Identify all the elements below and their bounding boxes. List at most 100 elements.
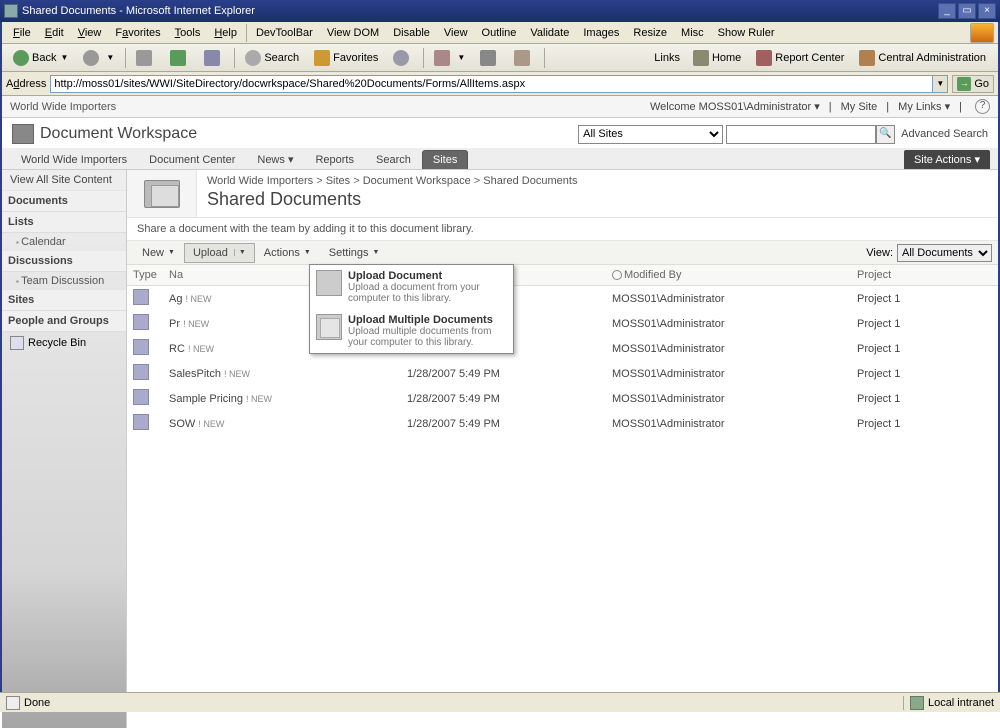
menu-misc[interactable]: Misc [674,25,711,41]
menu-outline[interactable]: Outline [475,25,524,41]
table-row[interactable]: Ag ! NEW1/28/2007 5:43 PMMOSS01\Administ… [127,286,998,312]
menu-images[interactable]: Images [576,25,626,41]
advanced-search-link[interactable]: Advanced Search [901,128,988,140]
nav-calendar[interactable]: Calendar [2,233,126,251]
upload-document-item[interactable]: Upload Document Upload a document from y… [310,265,513,309]
print-button[interactable] [473,47,506,69]
site-icon [12,124,34,144]
menu-viewdom[interactable]: View DOM [320,25,386,41]
doc-project: Project 1 [851,286,998,312]
doc-name[interactable]: SOW ! NEW [163,411,401,436]
history-button[interactable] [386,47,419,69]
view-select[interactable]: All Documents [897,244,992,262]
home-button[interactable] [197,47,230,69]
minimize-button[interactable]: _ [938,3,956,19]
chevron-down-icon[interactable]: ▼ [106,53,114,62]
nav-documents[interactable]: Documents [2,191,126,212]
address-input[interactable] [50,75,933,93]
col-type[interactable]: Type [127,265,163,286]
crumb-link[interactable]: Sites [326,175,350,187]
crumb-link[interactable]: Document Workspace [363,175,471,187]
table-row[interactable]: RC ! NEW1/28/2007 5:49 PMMOSS01\Administ… [127,336,998,361]
doc-name[interactable]: Sample Pricing ! NEW [163,386,401,411]
settings-menu[interactable]: Settings▼ [320,243,389,263]
doc-modified-by[interactable]: MOSS01\Administrator [606,361,851,386]
nav-team-discussion[interactable]: Team Discussion [2,272,126,290]
refresh-button[interactable] [163,47,196,69]
crumb-link[interactable]: World Wide Importers [207,175,313,187]
statusbar: Done Local intranet [0,692,1000,712]
edit-icon [514,50,530,66]
menu-resize[interactable]: Resize [626,25,674,41]
links-admin[interactable]: Central Administration [852,47,993,69]
tab-sites[interactable]: Sites [422,150,468,169]
welcome-menu[interactable]: Welcome MOSS01\Administrator ▾ [650,100,820,113]
links-home[interactable]: Home [686,47,748,69]
address-dropdown[interactable]: ▼ [933,75,948,93]
tab-doccenter[interactable]: Document Center [138,150,246,169]
help-icon[interactable]: ? [975,99,990,114]
nav-people-groups[interactable]: People and Groups [2,311,126,332]
menu-tools[interactable]: Tools [168,25,208,41]
table-row[interactable]: Sample Pricing ! NEW1/28/2007 5:49 PMMOS… [127,386,998,411]
forward-button[interactable]: ▼ [76,47,121,69]
nav-sites[interactable]: Sites [2,290,126,311]
menu-view[interactable]: View [71,25,109,41]
menu-view2[interactable]: View [437,25,475,41]
back-button[interactable]: Back▼ [6,47,75,69]
links-report[interactable]: Report Center [749,47,851,69]
site-actions-menu[interactable]: Site Actions ▾ [904,150,990,169]
window-title: Shared Documents - Microsoft Internet Ex… [22,5,255,17]
new-badge: ! NEW [198,419,224,429]
tab-news[interactable]: News ▾ [246,149,304,169]
doc-modified-by[interactable]: MOSS01\Administrator [606,411,851,436]
chevron-down-icon[interactable]: ▼ [60,53,68,62]
doc-project: Project 1 [851,336,998,361]
search-input[interactable] [726,125,876,144]
doc-name[interactable]: SalesPitch ! NEW [163,361,401,386]
favorites-button[interactable]: Favorites [307,47,385,69]
new-menu[interactable]: New▼ [133,243,184,263]
upload-menu-button[interactable]: Upload▼ [184,243,255,263]
doc-modified-by[interactable]: MOSS01\Administrator [606,336,851,361]
mail-button[interactable]: ▼ [427,47,472,69]
menu-showruler[interactable]: Show Ruler [711,25,782,41]
global-link[interactable]: World Wide Importers [10,101,116,113]
doc-modified-by[interactable]: MOSS01\Administrator [606,286,851,312]
mysite-link[interactable]: My Site [841,101,878,113]
recycle-bin[interactable]: Recycle Bin [2,332,126,354]
doc-modified-by[interactable]: MOSS01\Administrator [606,386,851,411]
doc-icon [133,364,149,380]
tab-reports[interactable]: Reports [304,150,365,169]
col-modified-by[interactable]: Modified By [606,265,851,286]
col-project[interactable]: Project [851,265,998,286]
mylinks-menu[interactable]: My Links ▾ [898,100,950,113]
close-button[interactable]: × [978,3,996,19]
nav-discussions[interactable]: Discussions [2,251,126,272]
menu-favorites[interactable]: Favorites [108,25,167,41]
tab-search[interactable]: Search [365,150,422,169]
view-all-site-content[interactable]: View All Site Content [2,170,126,191]
upload-multiple-item[interactable]: Upload Multiple Documents Upload multipl… [310,309,513,353]
table-row[interactable]: Pr ! NEW1/28/2007 6:14 PMMOSS01\Administ… [127,311,998,336]
search-scope-select[interactable]: All Sites [578,125,723,144]
doc-modified-by[interactable]: MOSS01\Administrator [606,311,851,336]
edit-button[interactable] [507,47,540,69]
menu-file[interactable]: File [6,25,38,41]
table-row[interactable]: SalesPitch ! NEW1/28/2007 5:49 PMMOSS01\… [127,361,998,386]
menu-edit[interactable]: Edit [38,25,71,41]
search-go-button[interactable]: 🔍 [876,125,895,144]
nav-lists[interactable]: Lists [2,212,126,233]
menu-validate[interactable]: Validate [523,25,576,41]
chevron-down-icon[interactable]: ▼ [457,53,465,62]
actions-menu[interactable]: Actions▼ [255,243,320,263]
stop-button[interactable] [129,47,162,69]
search-button[interactable]: Search [238,47,306,69]
tab-wwi[interactable]: World Wide Importers [10,150,138,169]
maximize-button[interactable]: ▭ [958,3,976,19]
menu-disable[interactable]: Disable [386,25,437,41]
table-row[interactable]: SOW ! NEW1/28/2007 5:49 PMMOSS01\Adminis… [127,411,998,436]
menu-devtoolbar[interactable]: DevToolBar [249,25,320,41]
menu-help[interactable]: Help [207,25,244,41]
go-button[interactable]: →Go [952,75,994,93]
